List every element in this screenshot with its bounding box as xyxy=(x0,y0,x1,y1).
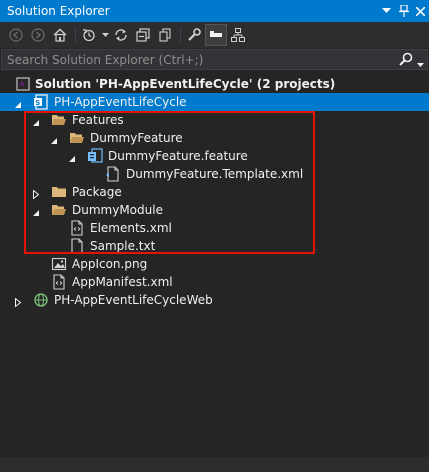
horizontal-scrollbar[interactable] xyxy=(0,457,429,472)
tree-item-solution[interactable]: Solution 'PH-AppEventLifeCycle' (2 proje… xyxy=(0,75,429,93)
preview-icon[interactable] xyxy=(205,24,227,46)
image-file-icon xyxy=(51,256,67,272)
toolbar-separator xyxy=(180,27,181,43)
properties-icon[interactable] xyxy=(184,25,204,45)
back-icon[interactable] xyxy=(6,25,26,45)
class-view-icon[interactable] xyxy=(228,25,248,45)
solution-icon xyxy=(15,76,31,92)
show-all-files-icon[interactable] xyxy=(155,25,175,45)
tree-item-label: PH-AppEventLifeCycleWeb xyxy=(54,293,213,307)
history-icon[interactable] xyxy=(79,25,99,45)
pin-icon[interactable] xyxy=(395,0,412,22)
tree-item-label: Solution 'PH-AppEventLifeCycle' (2 proje… xyxy=(35,77,336,91)
search-box xyxy=(1,49,428,70)
tree-item-web-project[interactable]: PH-AppEventLifeCycleWeb xyxy=(0,291,429,309)
web-project-icon xyxy=(33,292,49,308)
dropdown-icon[interactable] xyxy=(378,0,395,22)
title-bar: Solution Explorer xyxy=(0,0,429,22)
sharepoint-project-icon: S xyxy=(33,94,49,110)
tree-item-project[interactable]: S PH-AppEventLifeCycle xyxy=(0,93,429,111)
tree-item-label: PH-AppEventLifeCycle xyxy=(54,95,187,109)
forward-icon[interactable] xyxy=(28,25,48,45)
expanded-arrow-icon[interactable] xyxy=(15,98,22,112)
window-title: Solution Explorer xyxy=(7,4,110,18)
highlight-box xyxy=(24,111,315,254)
home-icon[interactable] xyxy=(50,25,70,45)
search-input[interactable] xyxy=(7,50,377,69)
search-options-dropdown-icon[interactable] xyxy=(417,57,424,71)
xml-file-icon xyxy=(51,274,67,290)
tree-item-label: AppManifest.xml xyxy=(72,275,173,289)
tree-item-app-icon[interactable]: AppIcon.png xyxy=(0,255,429,273)
toolbar-separator xyxy=(75,27,76,43)
collapse-all-icon[interactable] xyxy=(133,25,153,45)
tree-item-label: AppIcon.png xyxy=(72,257,148,271)
close-icon[interactable] xyxy=(412,0,429,22)
history-dropdown-icon[interactable] xyxy=(101,25,109,45)
toolbar xyxy=(0,22,429,48)
collapsed-arrow-icon[interactable] xyxy=(15,296,22,310)
tree-item-app-manifest[interactable]: AppManifest.xml xyxy=(0,273,429,291)
sync-icon[interactable] xyxy=(111,25,131,45)
search-icon[interactable] xyxy=(399,52,413,69)
svg-text:S: S xyxy=(35,99,40,107)
